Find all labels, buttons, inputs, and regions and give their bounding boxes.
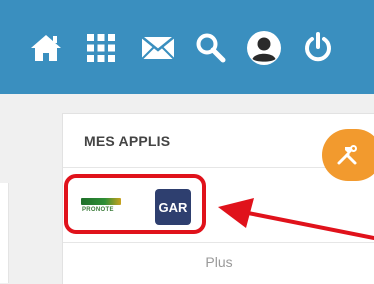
search-icon[interactable]	[191, 28, 231, 68]
power-icon[interactable]	[298, 28, 338, 68]
apps-card-title: MES APPLIS	[84, 133, 171, 149]
hammer-wrench-icon	[337, 145, 357, 165]
nav-icons	[26, 28, 374, 68]
tools-button[interactable]	[322, 129, 374, 181]
top-navigation-bar	[0, 0, 374, 94]
pronote-logo-text: PRONOTE	[82, 207, 114, 213]
pronote-logo: PRONOTE	[81, 196, 121, 218]
gar-logo: GAR	[155, 189, 191, 225]
more-apps-link[interactable]: Plus	[63, 254, 374, 270]
left-side-panel	[0, 183, 9, 283]
gar-app-tile[interactable]: GAR	[143, 182, 203, 232]
apps-grid-icon[interactable]	[81, 28, 121, 68]
apps-list: PRONOTE GAR	[63, 168, 374, 243]
pronote-app-tile[interactable]: PRONOTE	[71, 182, 131, 232]
home-icon[interactable]	[26, 28, 66, 68]
mail-icon[interactable]	[138, 28, 178, 68]
user-account-icon[interactable]	[244, 28, 284, 68]
pronote-logo-band	[81, 198, 121, 205]
